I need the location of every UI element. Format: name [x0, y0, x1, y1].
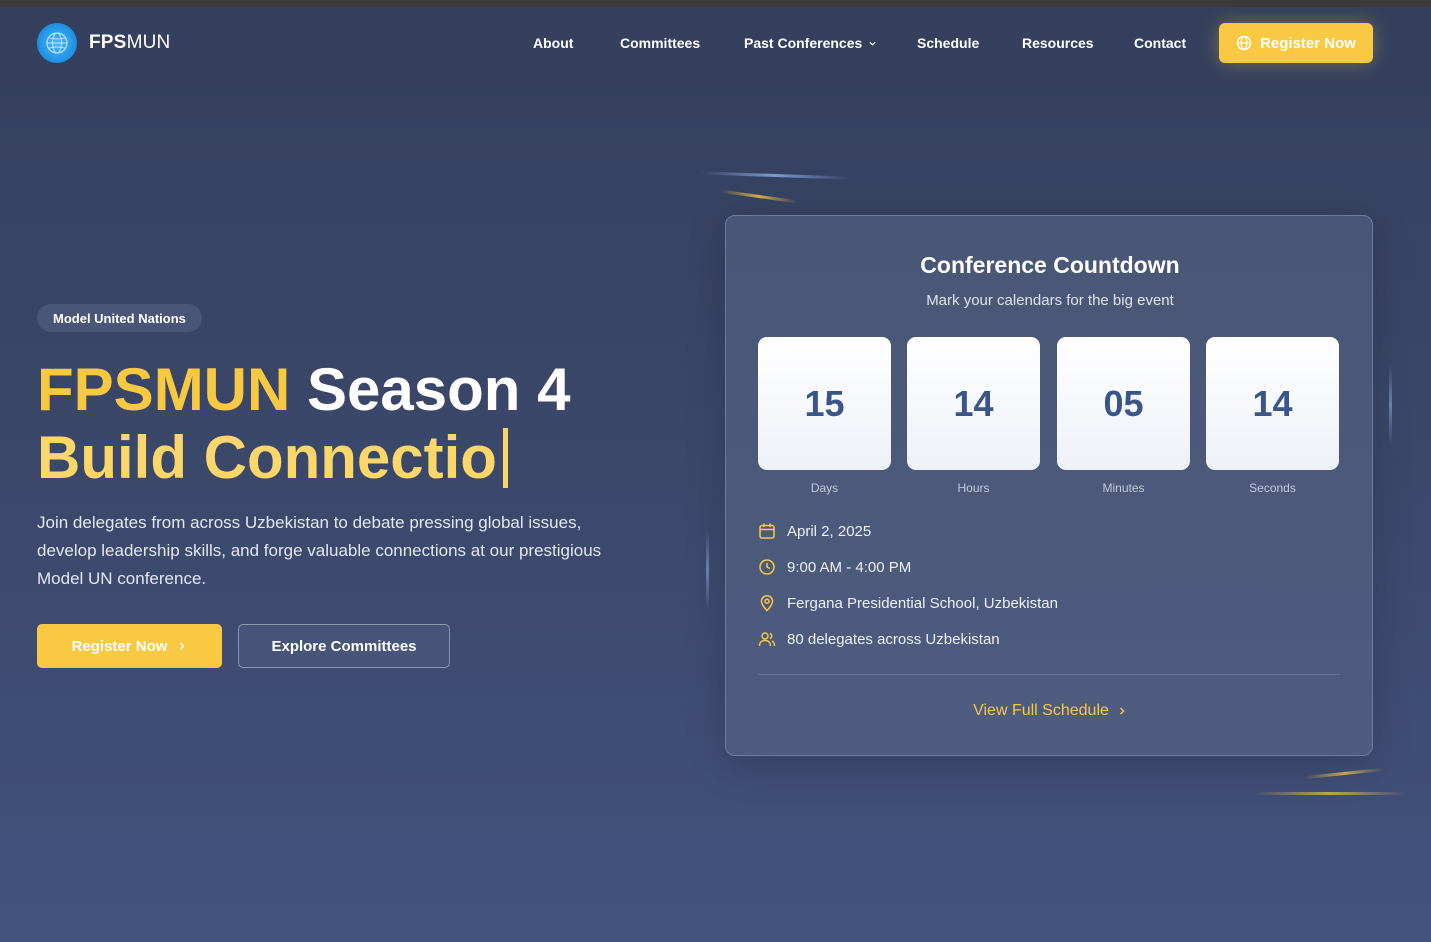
users-icon [758, 632, 776, 647]
countdown-label: Seconds [1249, 481, 1296, 495]
decorative-streak [1389, 365, 1392, 445]
explore-committees-button[interactable]: Explore Committees [238, 624, 450, 668]
brand-name: FPSMUN [89, 32, 171, 53]
top-navigation: FPSMUN About Committees Past Conferences… [0, 7, 1431, 79]
clock-icon [759, 559, 775, 575]
hero-title-highlight: FPSMUN [37, 356, 291, 423]
decorative-streak [720, 189, 798, 204]
countdown-value: 14 [907, 337, 1040, 470]
nav-link-schedule[interactable]: Schedule [917, 35, 979, 51]
decorative-streak [699, 171, 851, 180]
decorative-streak [1305, 767, 1383, 780]
chevron-down-icon [869, 41, 876, 46]
hero-title-typed: Build Connectio [37, 424, 497, 491]
nav-link-resources[interactable]: Resources [1022, 35, 1094, 51]
nav-link-about[interactable]: About [533, 35, 573, 51]
nav-register-button[interactable]: Register Now [1219, 23, 1373, 63]
event-location-text: Fergana Presidential School, Uzbekistan [787, 594, 1058, 612]
nav-link-committees[interactable]: Committees [620, 35, 700, 51]
register-now-label: Register Now [71, 637, 168, 655]
calendar-icon [759, 523, 775, 539]
countdown-value: 14 [1206, 337, 1339, 470]
event-delegates-text: 80 delegates across Uzbekistan [787, 630, 1000, 648]
event-date: April 2, 2025 [758, 522, 871, 540]
event-location: Fergana Presidential School, Uzbekistan [758, 594, 1058, 612]
browser-top-strip [0, 0, 1431, 7]
event-date-text: April 2, 2025 [787, 522, 872, 540]
decorative-streak [706, 530, 709, 610]
countdown-value: 15 [758, 337, 891, 470]
countdown-subtitle: Mark your calendars for the big event [926, 292, 1174, 309]
event-time-text: 9:00 AM - 4:00 PM [787, 558, 912, 576]
brand-logo[interactable]: FPSMUN [37, 23, 170, 63]
chevron-right-icon [180, 642, 185, 650]
nav-link-past-conferences[interactable]: Past Conferences [744, 35, 877, 51]
card-divider [758, 674, 1340, 675]
countdown-card: Conference Countdown Mark your calendars… [725, 215, 1373, 756]
hero-badge: Model United Nations [37, 304, 202, 332]
nav-register-label: Register Now [1260, 34, 1356, 52]
event-time: 9:00 AM - 4:00 PM [758, 558, 911, 576]
view-full-schedule-link[interactable]: View Full Schedule [726, 702, 1374, 720]
globe-icon [1236, 35, 1252, 51]
countdown-value: 05 [1057, 337, 1190, 470]
hero-description: Join delegates from across Uzbekistan to… [37, 513, 602, 588]
typing-caret [502, 428, 508, 488]
event-delegates: 80 delegates across Uzbekistan [758, 630, 1000, 648]
nav-link-past-conferences-label: Past Conferences [744, 35, 863, 51]
countdown-title: Conference Countdown [920, 252, 1180, 278]
decorative-streak [1255, 792, 1405, 795]
register-now-button[interactable]: Register Now [37, 624, 222, 668]
countdown-label: Minutes [1102, 481, 1145, 495]
globe-emblem-icon [37, 23, 77, 63]
countdown-label: Hours [957, 481, 990, 495]
hero-title: FPSMUN Season 4 Build Connectio [37, 356, 570, 492]
hero-title-rest: Season 4 [307, 356, 571, 423]
chevron-right-icon [1119, 707, 1125, 715]
view-full-schedule-label: View Full Schedule [973, 702, 1109, 719]
countdown-label: Days [810, 481, 839, 495]
nav-link-contact[interactable]: Contact [1134, 35, 1186, 51]
location-pin-icon [760, 595, 774, 612]
